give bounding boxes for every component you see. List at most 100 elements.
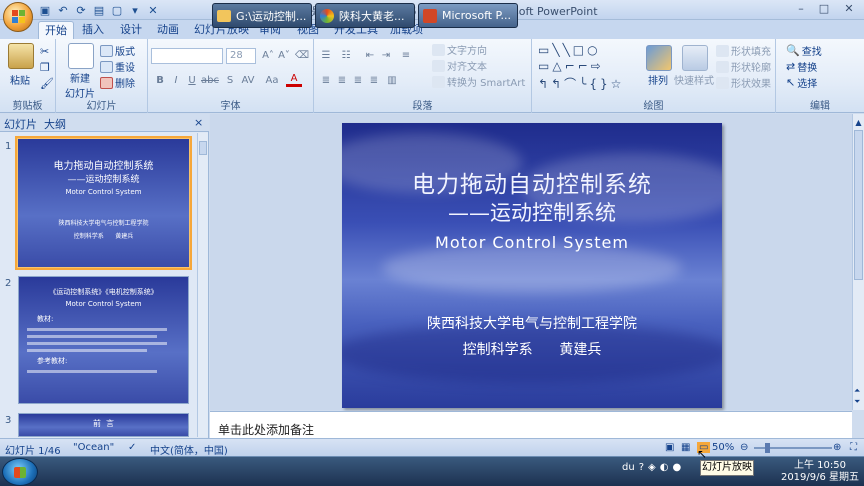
change-case-button[interactable]: Aa	[262, 73, 282, 89]
zoom-out-icon[interactable]: ⊖	[740, 442, 748, 453]
justify-icon[interactable]: ≣	[366, 73, 382, 89]
volume-icon[interactable]: ◐	[660, 462, 669, 473]
maximize-button[interactable]: □	[813, 1, 835, 17]
close-pane-icon[interactable]: ×	[194, 116, 203, 129]
clock[interactable]: 上午 10:50 2019/9/6 星期五	[780, 460, 860, 484]
slides-pane-scrollbar[interactable]	[197, 133, 208, 437]
slide-english-title[interactable]: Motor Control System	[342, 233, 722, 252]
scroll-thumb[interactable]	[199, 141, 207, 155]
main-vertical-scrollbar[interactable]: ▲ ⏶ ⏷	[852, 114, 864, 410]
tab-slides[interactable]: 幻灯片	[4, 116, 37, 132]
select-button[interactable]: ↖ 选择	[786, 75, 817, 90]
increase-indent-icon[interactable]: ⇥	[378, 48, 394, 64]
shapes-gallery-row3[interactable]: ↰↰⌒╰{}☆	[538, 75, 624, 92]
layout-button[interactable]: 版式	[100, 43, 135, 58]
slide-title[interactable]: 电力拖动自动控制系统	[342, 165, 722, 199]
font-size-field[interactable]: 28	[226, 48, 256, 64]
save-icon[interactable]: ▣	[38, 3, 52, 17]
columns-icon[interactable]: ▥	[384, 73, 400, 89]
undo-icon[interactable]: ↶	[56, 3, 70, 17]
taskbar-item-powerpoint[interactable]: Microsoft P...	[418, 3, 518, 28]
taskbar-item-explorer[interactable]: G:\运动控制...	[212, 3, 312, 28]
scroll-up-icon[interactable]: ▲	[854, 118, 863, 128]
smartart-button[interactable]: 转换为 SmartArt	[432, 74, 525, 89]
font-color-button[interactable]: A	[286, 73, 302, 87]
sorter-view-icon[interactable]: ▦	[681, 442, 690, 453]
line-spacing-icon[interactable]: ≡	[398, 48, 414, 64]
spellcheck-icon[interactable]: ✓	[128, 442, 136, 453]
font-name-field[interactable]	[151, 48, 223, 64]
fit-window-icon[interactable]: ⛶	[850, 442, 857, 453]
next-slide-icon[interactable]: ⏷	[854, 397, 860, 407]
security-icon[interactable]: ●	[672, 462, 681, 473]
more-icon[interactable]: ▾	[128, 3, 142, 17]
prev-slide-icon[interactable]: ⏶	[854, 386, 860, 396]
decrease-indent-icon[interactable]: ⇤	[362, 48, 378, 64]
tab-insert[interactable]: 插入	[76, 21, 110, 39]
minimize-button[interactable]: –	[790, 1, 812, 17]
language-indicator[interactable]: 中文(简体，中国)	[150, 442, 228, 457]
close-button[interactable]: ✕	[838, 1, 860, 17]
replace-button[interactable]: ⇄ 替换	[786, 59, 817, 74]
notes-pane[interactable]: 单击此处添加备注	[210, 411, 852, 438]
close-doc-icon[interactable]: ✕	[146, 3, 160, 17]
office-button[interactable]	[3, 2, 33, 32]
bold-button[interactable]: B	[152, 73, 168, 89]
slide-thumbnail-1[interactable]: 电力拖动自动控制系统 ——运动控制系统 Motor Control System…	[18, 139, 189, 267]
slide-school[interactable]: 陕西科技大学电气与控制工程学院	[342, 313, 722, 333]
paste-icon[interactable]	[8, 43, 34, 69]
find-button[interactable]: 🔍 查找	[786, 43, 822, 58]
quick-styles-icon[interactable]	[682, 45, 708, 71]
underline-button[interactable]: U	[184, 73, 200, 89]
format-painter-icon[interactable]: 🖌	[40, 77, 54, 90]
new-slide-icon[interactable]	[68, 43, 94, 69]
delete-button[interactable]: 删除	[100, 75, 135, 90]
network-icon[interactable]: ◈	[648, 462, 656, 473]
grow-font-icon[interactable]: A˄	[260, 48, 276, 64]
tab-outline[interactable]: 大纲	[44, 116, 66, 132]
tray-icon-du[interactable]: du	[622, 462, 635, 473]
tab-home[interactable]: 开始	[38, 21, 74, 39]
tab-animations[interactable]: 动画	[151, 21, 185, 39]
normal-view-icon[interactable]: ▣	[665, 442, 674, 453]
strikethrough-button[interactable]: abc	[200, 73, 220, 89]
print-icon[interactable]: ▤	[92, 3, 106, 17]
slide-author[interactable]: 控制科学系 黄建兵	[342, 339, 722, 359]
open-icon[interactable]: ▢	[110, 3, 124, 17]
reset-button[interactable]: 重设	[100, 59, 135, 74]
shapes-gallery-row2[interactable]: ▭△⌐⌐⇨	[538, 59, 604, 73]
tab-design[interactable]: 设计	[114, 21, 148, 39]
shape-outline-button[interactable]: 形状轮廓	[716, 59, 771, 74]
shrink-font-icon[interactable]: A˅	[276, 48, 292, 64]
numbering-icon[interactable]: ☷	[338, 48, 354, 64]
slide-subtitle[interactable]: ——运动控制系统	[342, 197, 722, 227]
help-icon[interactable]: ?	[639, 462, 644, 473]
align-left-icon[interactable]: ≣	[318, 73, 334, 89]
align-right-icon[interactable]: ≣	[350, 73, 366, 89]
current-slide[interactable]: 电力拖动自动控制系统 ——运动控制系统 Motor Control System…	[342, 123, 722, 408]
zoom-slider-thumb[interactable]	[765, 443, 770, 453]
zoom-in-icon[interactable]: ⊕	[833, 442, 841, 453]
clear-format-icon[interactable]: ⌫	[294, 48, 310, 64]
slide-thumbnail-3[interactable]: 前 言	[18, 413, 189, 437]
arrange-icon[interactable]	[646, 45, 672, 71]
bullets-icon[interactable]: ☰	[318, 48, 334, 64]
redo-icon[interactable]: ⟳	[74, 3, 88, 17]
new-slide-button[interactable]: 新建 幻灯片	[60, 70, 100, 100]
shape-fill-button[interactable]: 形状填充	[716, 43, 771, 58]
scroll-thumb[interactable]	[854, 130, 863, 280]
italic-button[interactable]: I	[168, 73, 184, 89]
copy-icon[interactable]: ❐	[40, 61, 50, 74]
align-center-icon[interactable]: ≣	[334, 73, 350, 89]
arrange-button[interactable]: 排列	[648, 72, 668, 87]
slide-thumbnail-2[interactable]: 《运动控制系统》《电机控制系统》 Motor Control System 教材…	[18, 276, 189, 404]
char-spacing-button[interactable]: AV	[238, 73, 258, 89]
shadow-button[interactable]: S	[222, 73, 238, 89]
zoom-level[interactable]: 50%	[712, 442, 734, 453]
taskbar-item-browser[interactable]: 陕科大黄老...	[315, 3, 415, 28]
align-text-button[interactable]: 对齐文本	[432, 58, 487, 73]
shape-effects-button[interactable]: 形状效果	[716, 75, 771, 90]
text-direction-button[interactable]: 文字方向	[432, 42, 487, 57]
quick-styles-button[interactable]: 快速样式	[674, 72, 714, 87]
paste-button[interactable]: 粘贴	[10, 72, 30, 87]
